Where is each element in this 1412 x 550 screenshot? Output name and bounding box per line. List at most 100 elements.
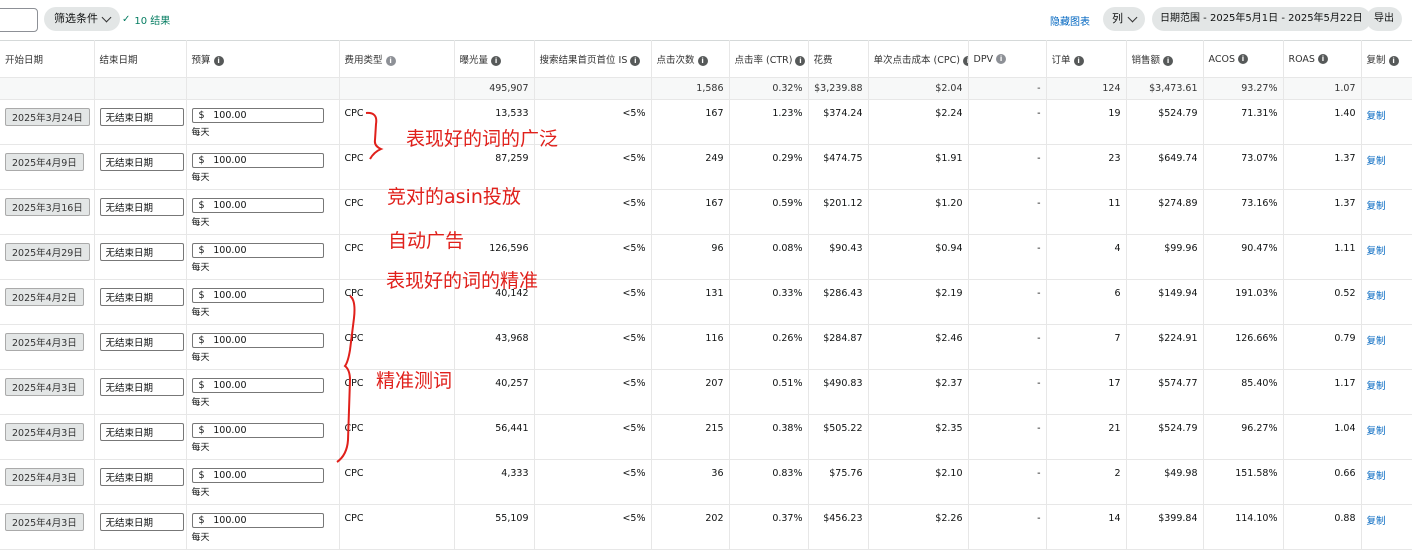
end-date-picker[interactable]: 无结束日期: [99, 198, 184, 216]
copy-link[interactable]: 复制: [1367, 156, 1386, 167]
end-date-picker[interactable]: 无结束日期: [99, 108, 184, 126]
date-range-button[interactable]: 日期范围 - 2025年5月1日 - 2025年5月22日: [1152, 7, 1371, 31]
info-icon[interactable]: i: [1317, 54, 1328, 64]
end-date-picker[interactable]: 无结束日期: [99, 153, 184, 171]
end-date-picker[interactable]: 无结束日期: [99, 288, 184, 306]
clicks: 116: [651, 324, 730, 370]
column-header[interactable]: ROAS i: [1283, 40, 1362, 78]
table-row: 2025年4月3日 无结束日期 $100.00 每天 CPC 43,968 <5% 116 0.…: [0, 324, 1412, 370]
budget-input[interactable]: $100.00: [191, 288, 324, 303]
copy-link[interactable]: 复制: [1367, 291, 1386, 302]
info-icon[interactable]: i: [1237, 54, 1248, 64]
column-header[interactable]: 预算 i: [186, 40, 340, 78]
spend: $474.75: [808, 144, 869, 190]
acos: 96.27%: [1203, 414, 1284, 460]
start-date-picker[interactable]: 2025年4月3日: [5, 513, 84, 531]
column-header[interactable]: 点击率 (CTR) i: [729, 40, 809, 78]
impressions: 55,109: [454, 504, 535, 550]
copy-link[interactable]: 复制: [1367, 246, 1386, 257]
start-date-picker[interactable]: 2025年4月29日: [5, 243, 90, 261]
info-icon[interactable]: i: [996, 54, 1007, 64]
search-input[interactable]: [0, 8, 38, 32]
total-sales: $3,473.61: [1126, 77, 1204, 100]
copy-link[interactable]: 复制: [1367, 336, 1386, 347]
start-date-picker[interactable]: 2025年4月3日: [5, 333, 84, 351]
start-date-picker[interactable]: 2025年3月24日: [5, 108, 90, 126]
ctr: 0.51%: [729, 369, 809, 415]
column-header[interactable]: 花费: [808, 40, 869, 78]
budget-input[interactable]: $100.00: [191, 513, 324, 528]
copy-link[interactable]: 复制: [1367, 516, 1386, 527]
end-date-picker[interactable]: 无结束日期: [99, 423, 184, 441]
column-header[interactable]: 搜索结果首页首位 IS i: [534, 40, 652, 78]
budget-input[interactable]: $100.00: [191, 243, 324, 258]
end-date-picker[interactable]: 无结束日期: [99, 333, 184, 351]
top-of-search-is: <5%: [534, 459, 652, 505]
columns-button[interactable]: 列: [1103, 7, 1145, 31]
end-date-picker[interactable]: 无结束日期: [99, 243, 184, 261]
info-icon[interactable]: i: [213, 55, 224, 66]
budget-period: 每天: [191, 443, 210, 453]
copy-link[interactable]: 复制: [1367, 201, 1386, 212]
total-spend: $3,239.88: [808, 77, 869, 100]
start-date-picker[interactable]: 2025年4月2日: [5, 288, 84, 306]
orders: 7: [1046, 324, 1127, 370]
info-icon[interactable]: i: [1163, 55, 1174, 66]
table-row: 2025年4月29日 无结束日期 $100.00 每天 CPC 126,596 <5% 96 0…: [0, 234, 1412, 280]
filter-button[interactable]: 筛选条件: [44, 7, 120, 31]
info-icon[interactable]: i: [697, 55, 708, 66]
budget-input[interactable]: $100.00: [191, 198, 324, 213]
start-date-picker[interactable]: 2025年4月3日: [5, 378, 84, 396]
start-date-picker[interactable]: 2025年4月3日: [5, 468, 84, 486]
column-header-label: 点击次数: [656, 55, 695, 66]
start-date-picker[interactable]: 2025年4月3日: [5, 423, 84, 441]
info-icon[interactable]: i: [491, 55, 502, 66]
start-date-picker[interactable]: 2025年3月16日: [5, 198, 90, 216]
column-header[interactable]: 费用类型 i: [339, 40, 455, 78]
budget-input[interactable]: $100.00: [191, 333, 324, 348]
end-date-picker[interactable]: 无结束日期: [99, 378, 184, 396]
column-header[interactable]: 订单 i: [1046, 40, 1127, 78]
info-icon[interactable]: i: [1073, 55, 1084, 66]
ctr: 0.83%: [729, 459, 809, 505]
budget-input[interactable]: $100.00: [191, 378, 324, 393]
column-header[interactable]: 复制 i: [1361, 40, 1412, 78]
hide-chart-link[interactable]: 隐藏图表: [1050, 13, 1090, 28]
budget-input[interactable]: $100.00: [191, 108, 324, 123]
column-header[interactable]: ACOS i: [1203, 40, 1284, 78]
end-date-picker[interactable]: 无结束日期: [99, 513, 184, 531]
copy-link[interactable]: 复制: [1367, 111, 1386, 122]
cpc: $2.26: [868, 504, 969, 550]
column-header[interactable]: 销售额 i: [1126, 40, 1204, 78]
column-header[interactable]: 点击次数 i: [651, 40, 730, 78]
column-header-label: ACOS: [1208, 53, 1235, 65]
start-date-picker[interactable]: 2025年4月9日: [5, 153, 84, 171]
copy-link[interactable]: 复制: [1367, 381, 1386, 392]
info-icon[interactable]: i: [795, 55, 806, 66]
column-header[interactable]: 曝光量 i: [454, 40, 535, 78]
copy-link[interactable]: 复制: [1367, 426, 1386, 437]
end-date-picker[interactable]: 无结束日期: [99, 468, 184, 486]
column-header[interactable]: 单次点击成本 (CPC)i: [868, 40, 969, 78]
info-icon[interactable]: i: [1388, 55, 1399, 66]
info-icon[interactable]: i: [385, 55, 396, 66]
info-icon[interactable]: i: [962, 55, 967, 66]
export-button[interactable]: 导出: [1366, 7, 1402, 31]
column-header[interactable]: 开始日期: [0, 40, 95, 78]
acos: 151.58%: [1203, 459, 1284, 505]
currency-label: $: [198, 380, 205, 391]
column-header[interactable]: DPV i: [968, 40, 1047, 78]
copy-link[interactable]: 复制: [1367, 471, 1386, 482]
budget-value: 100.00: [213, 110, 247, 121]
info-icon[interactable]: i: [630, 55, 641, 66]
column-header-label: 曝光量: [459, 55, 489, 66]
annotation-broad: 表现好的词的广泛: [406, 128, 559, 150]
orders: 6: [1046, 279, 1127, 325]
top-of-search-is: <5%: [534, 144, 652, 190]
budget-value: 100.00: [213, 155, 247, 166]
budget-input[interactable]: $100.00: [191, 153, 324, 168]
budget-input[interactable]: $100.00: [191, 423, 324, 438]
clicks: 207: [651, 369, 730, 415]
column-header[interactable]: 结束日期: [94, 40, 187, 78]
sales: $399.84: [1126, 504, 1204, 550]
